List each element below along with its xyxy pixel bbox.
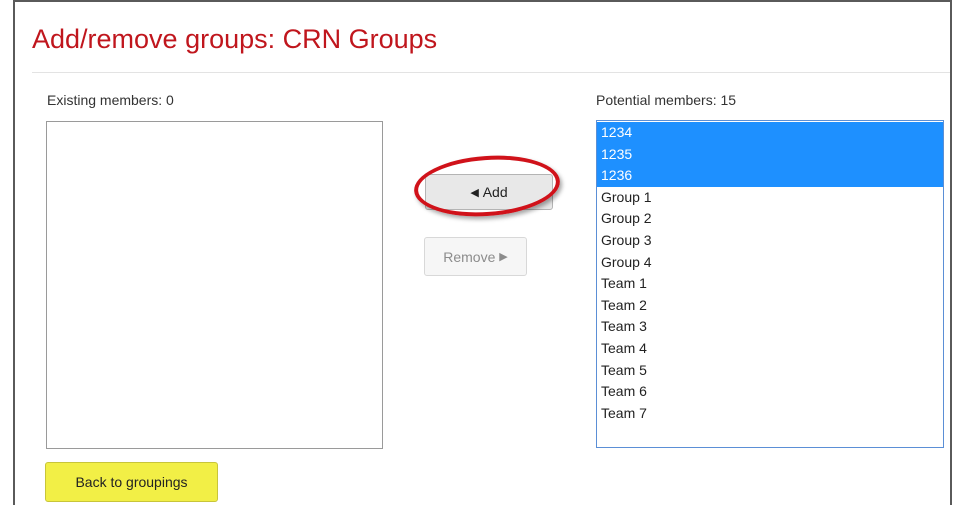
potential-member-option[interactable]: 1234 (597, 122, 943, 144)
potential-member-option[interactable]: Team 3 (597, 316, 943, 338)
potential-member-option[interactable]: Team 1 (597, 273, 943, 295)
potential-member-option[interactable]: Group 2 (597, 208, 943, 230)
potential-member-option[interactable]: 1236 (597, 165, 943, 187)
potential-member-option[interactable]: 1235 (597, 143, 943, 166)
potential-members-label: Potential members: 15 (596, 92, 737, 108)
potential-member-option[interactable]: Team 5 (597, 360, 943, 382)
remove-button-label: Remove (443, 248, 496, 265)
potential-member-option[interactable]: Group 3 (597, 230, 943, 252)
back-to-groupings-button[interactable]: Back to groupings (45, 462, 218, 502)
potential-member-option[interactable]: Group 1 (597, 187, 943, 209)
potential-member-option[interactable]: Team 2 (597, 295, 943, 317)
right-arrow-icon: ▶ (499, 251, 508, 263)
existing-members-list[interactable] (46, 121, 383, 449)
title-divider (32, 72, 950, 73)
add-button-label: Add (482, 184, 508, 200)
left-arrow-icon: ◀ (470, 186, 479, 199)
remove-button[interactable]: Remove ▶ (424, 237, 527, 276)
add-button[interactable]: ◀ Add (425, 174, 553, 210)
potential-member-option[interactable]: Team 7 (597, 403, 943, 425)
potential-members-list[interactable]: 1234 1235 1236 Group 1 Group 2 Group 3 Group 4… (596, 120, 944, 448)
potential-member-option[interactable]: Team 6 (597, 381, 943, 403)
existing-members-label: Existing members: 0 (47, 92, 174, 108)
potential-member-option[interactable]: Group 4 (597, 252, 943, 274)
page-title: Add/remove groups: CRN Groups (32, 24, 438, 54)
potential-member-option[interactable]: Team 4 (597, 338, 943, 360)
